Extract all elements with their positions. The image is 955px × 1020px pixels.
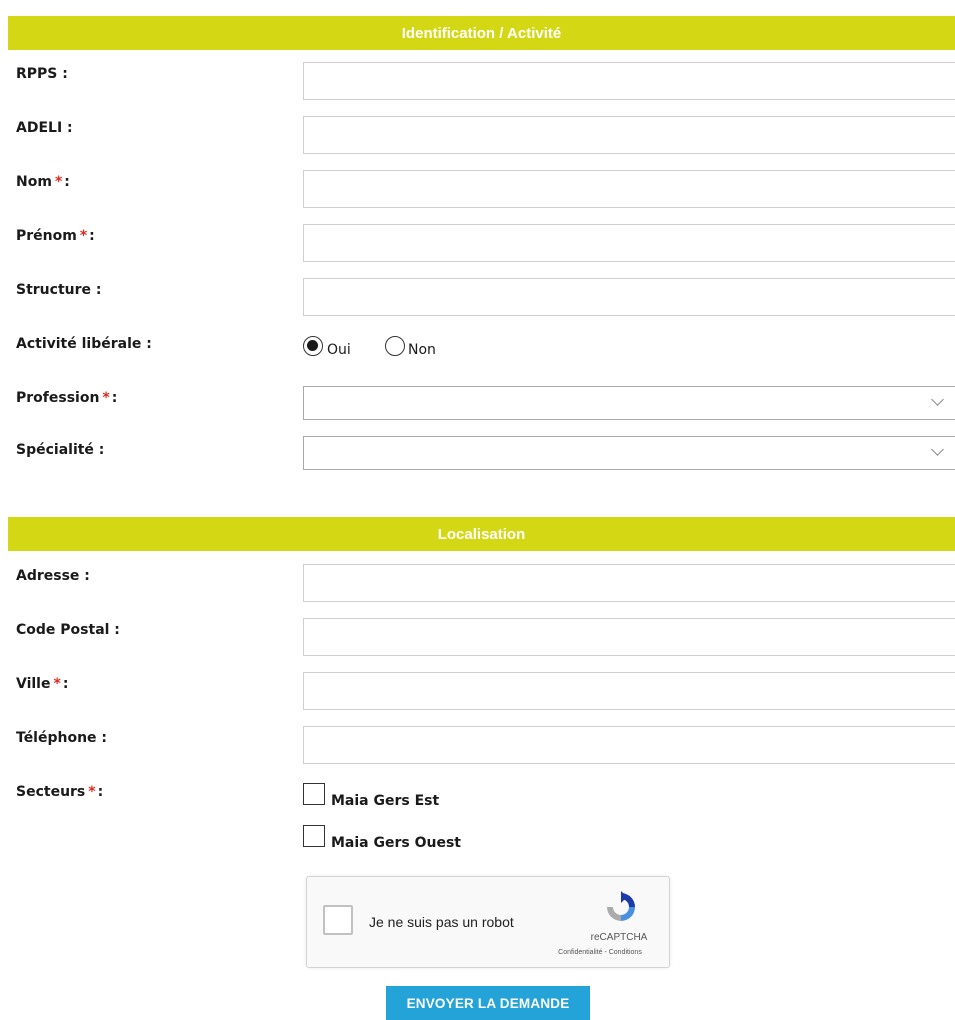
recaptcha-widget: Je ne suis pas un robot reCAPTCHA Confid… <box>306 876 670 968</box>
required-marker: * <box>88 784 96 800</box>
section-header-identification: Identification / Activité <box>8 16 955 50</box>
checkbox-maia-gers-ouest[interactable] <box>303 825 325 847</box>
ville-label-suffix: : <box>62 676 69 692</box>
code-postal-label: Code Postal : <box>16 622 120 638</box>
radio-non-label[interactable]: Non <box>408 342 436 358</box>
profession-label: Profession *: <box>16 390 117 406</box>
prenom-label: Prénom *: <box>16 228 95 244</box>
recaptcha-legal-links[interactable]: Confidentialité - Conditions <box>535 949 665 956</box>
ville-label: Ville *: <box>16 676 68 692</box>
structure-input[interactable] <box>303 278 955 316</box>
rpps-input[interactable] <box>303 62 955 100</box>
telephone-label: Téléphone : <box>16 730 108 746</box>
rpps-label: RPPS : <box>16 66 68 82</box>
secteurs-label: Secteurs *: <box>16 784 103 800</box>
prenom-label-suffix: : <box>89 228 95 244</box>
ville-input[interactable] <box>303 672 955 710</box>
secteurs-label-text: Secteurs <box>16 784 86 800</box>
code-postal-input[interactable] <box>303 618 955 656</box>
profession-label-text: Profession <box>16 390 100 406</box>
checkbox-maia-gers-est-label[interactable]: Maia Gers Est <box>331 793 439 809</box>
specialite-select[interactable] <box>303 436 955 470</box>
recaptcha-brand: reCAPTCHA <box>590 932 648 943</box>
adresse-input[interactable] <box>303 564 955 602</box>
adresse-label: Adresse : <box>16 568 90 584</box>
required-marker: * <box>102 390 110 406</box>
activite-liberale-label: Activité libérale : <box>16 336 152 352</box>
profession-label-suffix: : <box>111 390 118 406</box>
checkbox-maia-gers-est[interactable] <box>303 783 325 805</box>
ville-label-text: Ville <box>16 676 51 692</box>
specialite-label: Spécialité : <box>16 442 105 458</box>
recaptcha-text: Je ne suis pas un robot <box>369 914 514 930</box>
required-marker: * <box>54 174 63 190</box>
adeli-label: ADELI : <box>16 120 73 136</box>
nom-label-suffix: : <box>64 174 70 190</box>
section-header-localisation: Localisation <box>8 517 955 551</box>
secteurs-label-suffix: : <box>97 784 104 800</box>
chevron-down-icon <box>931 393 944 406</box>
required-marker: * <box>79 228 88 244</box>
recaptcha-checkbox[interactable] <box>323 905 353 935</box>
required-marker: * <box>53 676 61 692</box>
nom-label-text: Nom <box>16 174 52 190</box>
radio-oui[interactable] <box>303 336 323 356</box>
profession-select[interactable] <box>303 386 955 420</box>
structure-label: Structure : <box>16 282 102 298</box>
checkbox-maia-gers-ouest-label[interactable]: Maia Gers Ouest <box>331 835 461 851</box>
radio-oui-label[interactable]: Oui <box>327 342 351 358</box>
chevron-down-icon <box>931 443 944 456</box>
prenom-input[interactable] <box>303 224 955 262</box>
radio-non[interactable] <box>385 336 405 356</box>
adeli-input[interactable] <box>303 116 955 154</box>
prenom-label-text: Prénom <box>16 228 77 244</box>
nom-label: Nom *: <box>16 174 70 190</box>
submit-button[interactable]: ENVOYER LA DEMANDE <box>386 986 590 1020</box>
nom-input[interactable] <box>303 170 955 208</box>
telephone-input[interactable] <box>303 726 955 764</box>
recaptcha-logo-icon <box>607 891 635 921</box>
